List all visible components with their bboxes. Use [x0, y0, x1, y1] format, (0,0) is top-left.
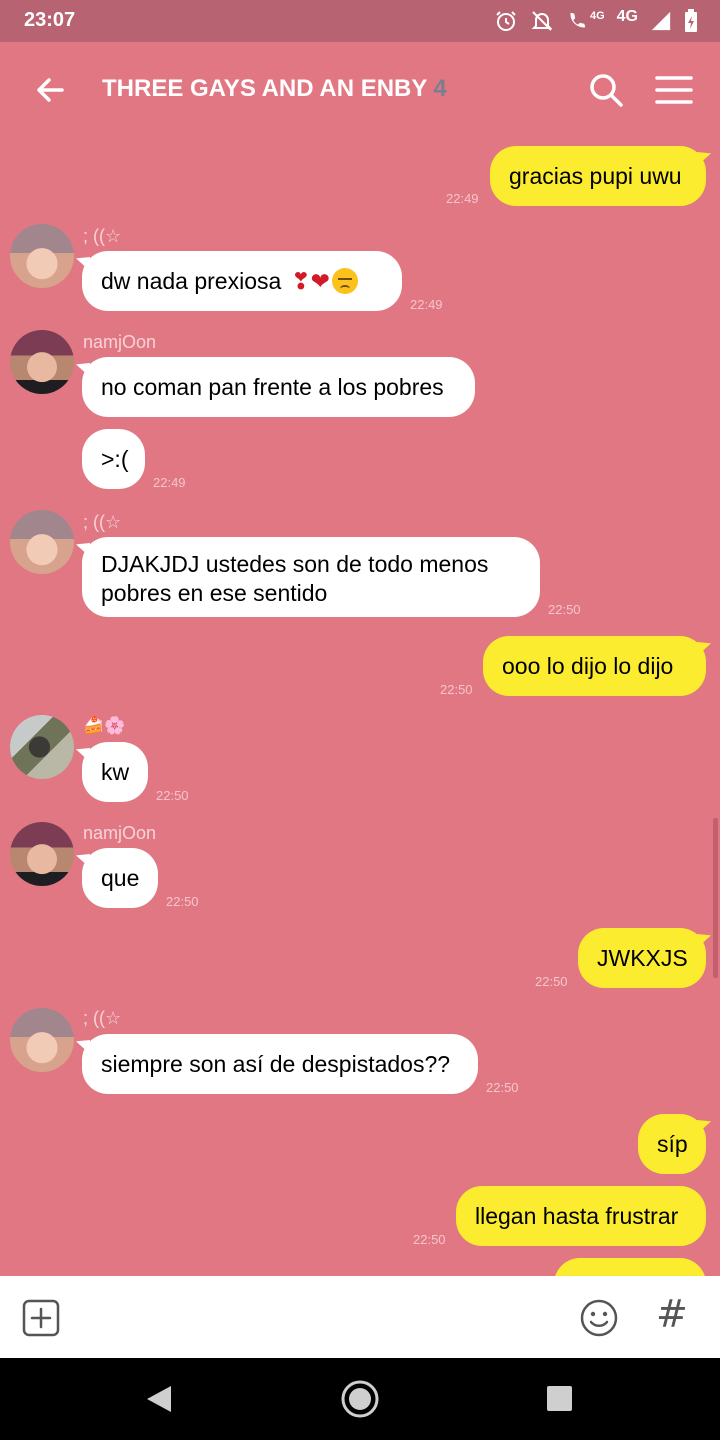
message-time: 22:50 [440, 682, 473, 697]
emoji-icon[interactable] [578, 1297, 620, 1339]
chat-message-list[interactable]: gracias pupi uwu 22:49 ; ((☆ dw nada pre… [0, 138, 720, 1276]
pensive-face-emoji [331, 268, 358, 294]
scrollbar[interactable] [713, 818, 718, 978]
incoming-message[interactable]: siempre son así de despistados?? [82, 1034, 478, 1094]
status-icons: 4G 4G [494, 8, 698, 34]
message-time: 22:50 [413, 1232, 446, 1247]
message-time: 22:50 [535, 974, 568, 989]
alarm-icon [496, 11, 516, 31]
avatar[interactable] [10, 822, 74, 886]
message-text: >:( [101, 445, 129, 472]
sender-name: namjOon [83, 332, 157, 352]
message-text: kw [101, 758, 130, 785]
incoming-message[interactable]: no coman pan frente a los pobres [82, 357, 475, 417]
message-text: gracias pupi uwu [509, 162, 682, 189]
avatar[interactable] [10, 224, 74, 288]
message-time: 22:50 [548, 602, 581, 617]
status-bar: 23:07 4G 4G [0, 0, 720, 42]
add-attachment-icon[interactable] [22, 1299, 60, 1337]
chat-header: THREE GAYS AND AN ENBY 4 [0, 42, 720, 138]
back-arrow-icon[interactable] [30, 70, 70, 110]
message-time: 22:49 [446, 191, 479, 206]
incoming-message[interactable]: DJAKJDJ ustedes son de todo menos pobres… [82, 537, 540, 617]
outgoing-message[interactable]: gracias pupi uwu [490, 146, 706, 206]
message-text: siempre son así de despistados?? [101, 1050, 451, 1077]
network-small-label: 4G [589, 10, 605, 22]
message-text: síp [657, 1130, 688, 1157]
outgoing-message[interactable]: llegan hasta frustrar [456, 1186, 706, 1246]
message-time: 22:49 [153, 475, 186, 490]
chat-title-text: THREE GAYS AND AN ENBY [102, 75, 428, 102]
volte-call-icon [570, 12, 586, 28]
message-time: 22:50 [486, 1080, 519, 1095]
message-time: 22:49 [410, 297, 443, 312]
notifications-off-icon [531, 11, 553, 31]
sender-name: 🍰🌸 [83, 716, 126, 735]
signal-icon [651, 11, 671, 31]
avatar[interactable] [10, 330, 74, 394]
message-text: JWKXJS [597, 944, 688, 971]
sender-name: namjOon [83, 823, 157, 843]
member-count: 4 [433, 75, 447, 102]
sender-name: ; ((☆ [83, 226, 122, 246]
message-text: ooo lo dijo lo dijo [502, 652, 674, 679]
nav-recent-apps-icon[interactable] [547, 1386, 572, 1411]
sender-name: ; ((☆ [83, 512, 122, 532]
incoming-message[interactable]: >:( [82, 429, 145, 489]
nav-home-icon[interactable] [340, 1379, 380, 1419]
message-text: llegan hasta frustrar [475, 1202, 679, 1229]
message-time: 22:50 [166, 894, 199, 909]
search-icon[interactable] [584, 68, 628, 112]
nav-back-icon[interactable] [145, 1384, 173, 1414]
message-text: DJAKJDJ ustedes son de todo menos pobres… [101, 551, 489, 606]
avatar[interactable] [10, 510, 74, 574]
message-text: que [101, 864, 140, 891]
message-text: no coman pan frente a los pobres [101, 373, 444, 400]
network-type-label: 4G [616, 8, 638, 25]
battery-icon [685, 9, 697, 32]
message-time: 22:50 [156, 788, 189, 803]
incoming-message[interactable]: kw [82, 742, 148, 802]
avatar[interactable] [10, 715, 74, 779]
incoming-message[interactable]: dw nada prexiosa ❣❤ [82, 251, 402, 311]
status-time: 23:07 [24, 9, 76, 31]
outgoing-message[interactable]: ooo lo dijo lo dijo [483, 636, 706, 696]
message-input-bar: # [0, 1276, 720, 1358]
message-text: dw nada prexiosa [101, 267, 282, 294]
menu-icon[interactable] [652, 68, 696, 112]
hashtag-button[interactable]: # [656, 1292, 688, 1336]
outgoing-message[interactable]: síp [638, 1114, 706, 1174]
outgoing-message[interactable]: JWKXJS [578, 928, 706, 988]
outgoing-message-partial[interactable] [554, 1258, 706, 1276]
avatar[interactable] [10, 1008, 74, 1072]
system-navigation-bar [0, 1358, 720, 1440]
sender-name: ; ((☆ [83, 1008, 122, 1028]
chat-title: THREE GAYS AND AN ENBY 4 [102, 75, 447, 103]
incoming-message[interactable]: que [82, 848, 158, 908]
heart-emoji: ❣❤ [291, 267, 330, 294]
